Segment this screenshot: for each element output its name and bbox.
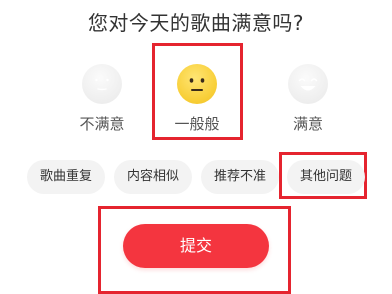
neutral-yellow-face-icon bbox=[177, 64, 217, 104]
reason-chip-similar-content[interactable]: 内容相似 bbox=[114, 160, 192, 194]
submit-button[interactable]: 提交 bbox=[123, 224, 269, 268]
neutral-gray-face-icon bbox=[82, 64, 122, 104]
reason-chip-repeated-songs[interactable]: 歌曲重复 bbox=[27, 160, 105, 194]
rating-option-so-so[interactable]: 一般般 bbox=[151, 52, 243, 138]
reason-chip-other-issues[interactable]: 其他问题 bbox=[287, 160, 365, 194]
rating-option-dissatisfied[interactable]: 不满意 bbox=[56, 52, 148, 138]
reason-chip-inaccurate-recommendations[interactable]: 推荐不准 bbox=[201, 160, 279, 194]
feedback-title: 您对今天的歌曲满意吗? bbox=[87, 11, 305, 35]
rating-option-satisfied[interactable]: 满意 bbox=[262, 52, 354, 138]
rating-label-dissatisfied: 不满意 bbox=[79, 115, 125, 133]
rating-label-so-so: 一般般 bbox=[174, 115, 220, 133]
rating-label-satisfied: 满意 bbox=[292, 115, 323, 133]
smiling-gray-face-icon bbox=[288, 64, 328, 104]
